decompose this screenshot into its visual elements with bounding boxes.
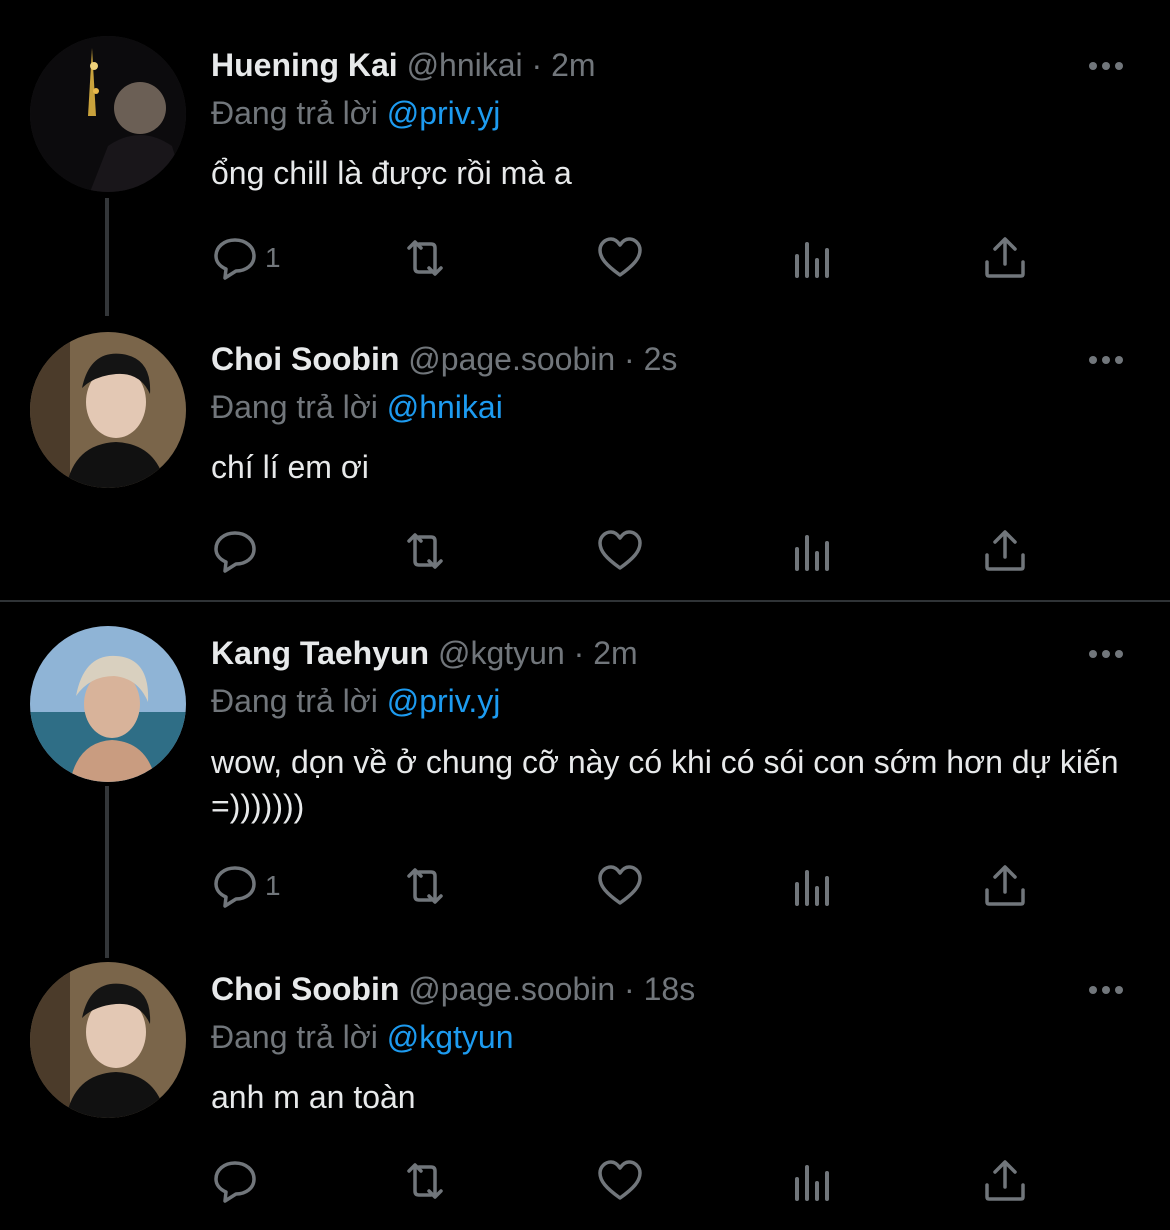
views-icon [789, 527, 837, 575]
replying-to: Đang trả lời @priv.yj [211, 679, 500, 723]
retweet-icon [401, 862, 449, 910]
tweet[interactable]: Choi Soobin @page.soobin · 2s Đang trả l… [0, 300, 1170, 600]
timestamp[interactable]: 2m [551, 47, 595, 83]
more-icon[interactable] [1086, 980, 1126, 1000]
retweet-button[interactable] [401, 526, 449, 576]
retweet-icon [401, 234, 449, 282]
like-button[interactable] [596, 1156, 644, 1206]
tweet-actions [211, 1156, 1111, 1206]
tweet-header: Huening Kai @hnikai · 2m [211, 43, 596, 87]
share-button[interactable] [981, 233, 1029, 283]
like-icon [596, 234, 644, 282]
display-name[interactable]: Kang Taehyun [211, 635, 429, 671]
views-button[interactable] [789, 861, 837, 911]
share-button[interactable] [981, 1156, 1029, 1206]
tweet-header: Kang Taehyun @kgtyun · 2m [211, 631, 638, 675]
reply-mention[interactable]: @priv.yj [387, 683, 501, 719]
views-button[interactable] [789, 233, 837, 283]
share-icon [981, 1157, 1029, 1205]
tweet-actions [211, 526, 1111, 576]
tweet[interactable]: Kang Taehyun @kgtyun · 2m Đang trả lời @… [0, 602, 1170, 960]
reply-count: 1 [265, 870, 281, 901]
handle[interactable]: @kgtyun [438, 635, 565, 671]
separator: · [624, 341, 635, 377]
tweet-actions: 1 [211, 233, 1111, 283]
tweet-header: Choi Soobin @page.soobin · 18s [211, 967, 695, 1011]
reply-prefix: Đang trả lời [211, 683, 378, 719]
tweet-actions: 1 [211, 861, 1111, 911]
display-name[interactable]: Choi Soobin [211, 341, 399, 377]
avatar[interactable] [30, 962, 186, 1118]
retweet-button[interactable] [401, 233, 449, 283]
tweet-feed: Huening Kai @hnikai · 2m Đang trả lời @p… [0, 0, 1170, 1230]
reply-prefix: Đang trả lời [211, 1019, 378, 1055]
reply-icon [211, 234, 259, 282]
reply-mention[interactable]: @hnikai [387, 389, 503, 425]
handle[interactable]: @page.soobin [408, 341, 615, 377]
timestamp[interactable]: 18s [644, 971, 696, 1007]
retweet-icon [401, 1157, 449, 1205]
like-icon [596, 527, 644, 575]
retweet-icon [401, 527, 449, 575]
timestamp[interactable]: 2s [644, 341, 678, 377]
reply-button[interactable] [211, 1156, 265, 1206]
like-icon [596, 862, 644, 910]
reply-prefix: Đang trả lời [211, 95, 378, 131]
views-button[interactable] [789, 526, 837, 576]
share-icon [981, 527, 1029, 575]
display-name[interactable]: Choi Soobin [211, 971, 399, 1007]
tweet-text: ổng chill là được rồi mà a [211, 155, 572, 191]
more-icon[interactable] [1086, 644, 1126, 664]
reply-button[interactable]: 1 [211, 861, 281, 911]
tweet-text: wow, dọn về ở chung cỡ này có khi có sói… [211, 744, 1119, 824]
replying-to: Đang trả lời @kgtyun [211, 1015, 513, 1059]
views-icon [789, 862, 837, 910]
reply-count: 1 [265, 242, 281, 273]
display-name[interactable]: Huening Kai [211, 47, 398, 83]
timestamp[interactable]: 2m [593, 635, 637, 671]
tweet-header: Choi Soobin @page.soobin · 2s [211, 337, 677, 381]
more-icon[interactable] [1086, 56, 1126, 76]
reply-icon [211, 527, 259, 575]
separator: · [531, 47, 543, 83]
retweet-button[interactable] [401, 861, 449, 911]
reply-mention[interactable]: @priv.yj [387, 95, 501, 131]
views-button[interactable] [789, 1156, 837, 1206]
more-icon[interactable] [1086, 350, 1126, 370]
retweet-button[interactable] [401, 1156, 449, 1206]
handle[interactable]: @page.soobin [408, 971, 615, 1007]
share-icon [981, 234, 1029, 282]
like-button[interactable] [596, 233, 644, 283]
like-icon [596, 1157, 644, 1205]
reply-mention[interactable]: @kgtyun [387, 1019, 514, 1055]
replying-to: Đang trả lời @priv.yj [211, 91, 500, 135]
reply-icon [211, 1157, 259, 1205]
views-icon [789, 234, 837, 282]
separator: · [573, 635, 585, 671]
reply-button[interactable] [211, 526, 265, 576]
like-button[interactable] [596, 861, 644, 911]
tweet[interactable]: Choi Soobin @page.soobin · 18s Đang trả … [0, 960, 1170, 1230]
replying-to: Đang trả lời @hnikai [211, 385, 503, 429]
avatar[interactable] [30, 332, 186, 488]
share-button[interactable] [981, 861, 1029, 911]
views-icon [789, 1157, 837, 1205]
tweet-text: anh m an toàn [211, 1079, 416, 1115]
reply-prefix: Đang trả lời [211, 389, 378, 425]
tweet-text: chí lí em ơi [211, 449, 369, 485]
handle[interactable]: @hnikai [407, 47, 523, 83]
like-button[interactable] [596, 526, 644, 576]
share-button[interactable] [981, 526, 1029, 576]
reply-button[interactable]: 1 [211, 233, 281, 283]
avatar[interactable] [30, 36, 186, 192]
separator: · [624, 971, 635, 1007]
reply-icon [211, 862, 259, 910]
share-icon [981, 862, 1029, 910]
avatar[interactable] [30, 626, 186, 782]
tweet[interactable]: Huening Kai @hnikai · 2m Đang trả lời @p… [0, 0, 1170, 300]
